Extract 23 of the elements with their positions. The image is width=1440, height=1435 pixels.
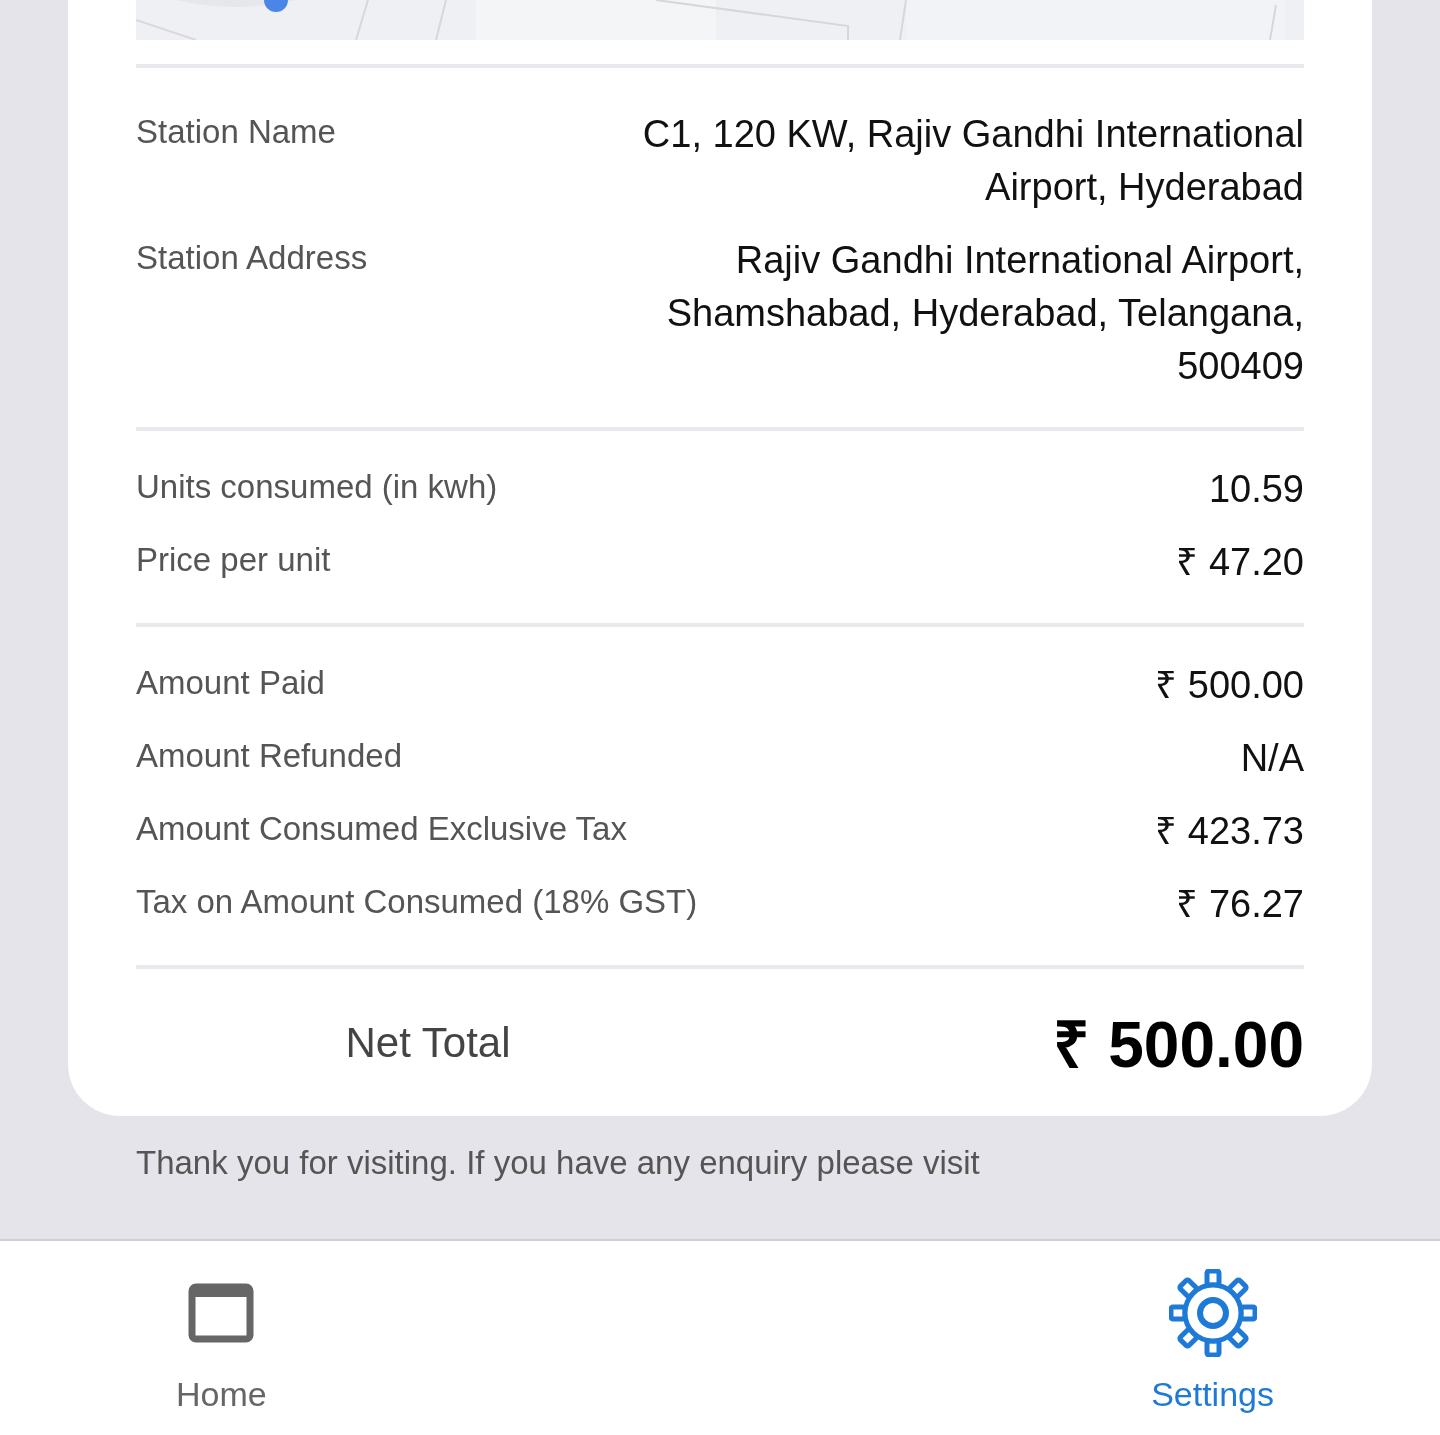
- net-total-value: ₹ 500.00: [1052, 1008, 1304, 1083]
- field-label: Amount Consumed Exclusive Tax: [136, 809, 627, 849]
- footer-note: Thank you for visiting. If you have any enquiry please visit: [136, 1144, 981, 1182]
- nav-tab[interactable]: Settings: [1145, 1241, 1280, 1435]
- field-value: ₹ 47.20: [1176, 540, 1304, 585]
- field-label: Tax on Amount Consumed (18% GST): [136, 882, 698, 922]
- net-total-label: Net Total: [344, 1018, 512, 1067]
- field-label: Amount Refunded: [136, 736, 402, 776]
- settings-icon: [1168, 1269, 1257, 1357]
- field-value: C1, 120 KW, Rajiv Gandhi International Airport, Hyderabad: [641, 112, 1304, 210]
- field-value: Rajiv Gandhi International Airport, Shamshabad, Hyderabad, Telangana, 500409: [665, 238, 1304, 389]
- field-label: Station Address: [136, 238, 368, 278]
- field-label: Units consumed (in kwh): [136, 467, 498, 507]
- field-value: 10.59: [1208, 467, 1304, 512]
- field-label: Amount Paid: [136, 663, 325, 703]
- window-icon: [188, 1283, 255, 1343]
- nav-tab[interactable]: Home: [170, 1241, 273, 1435]
- field-value: ₹ 500.00: [1155, 663, 1304, 708]
- field-label: Price per unit: [136, 540, 331, 580]
- field-value: ₹ 76.27: [1176, 882, 1304, 927]
- field-value: N/A: [1240, 736, 1304, 781]
- field-label: Station Name: [136, 112, 336, 152]
- field-value: ₹ 423.73: [1155, 809, 1304, 854]
